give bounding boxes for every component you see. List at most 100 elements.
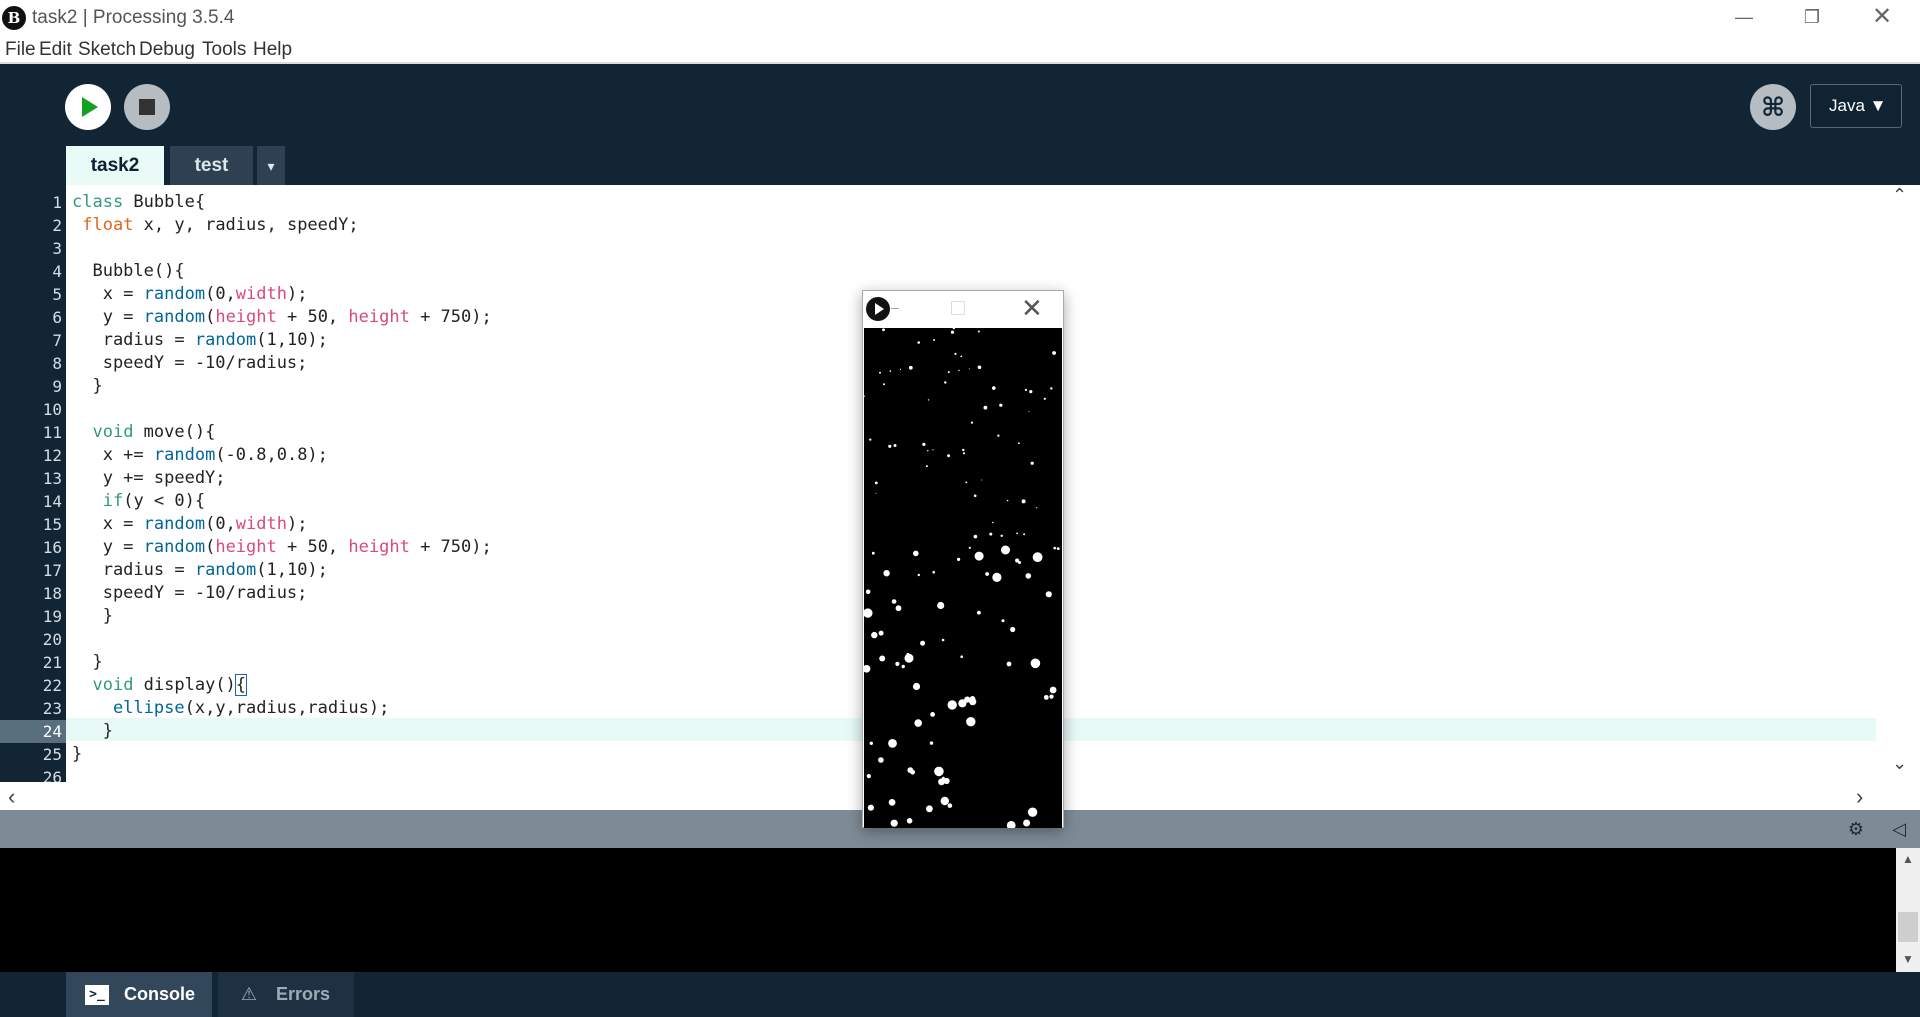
bubble [865, 589, 871, 595]
run-button[interactable] [65, 84, 111, 130]
bubble [930, 712, 935, 717]
bubble [891, 599, 897, 604]
bubble [1036, 507, 1038, 509]
window-title: task2 | Processing 3.5.4 [32, 7, 235, 28]
bubble [882, 328, 885, 332]
console-scroll-thumb[interactable] [1898, 912, 1918, 942]
console-scrollbar[interactable]: ▲ ▼ [1896, 848, 1920, 972]
sketch-maximize-button[interactable] [951, 301, 965, 315]
processing-logo-icon: B [2, 6, 26, 30]
sketch-canvas [864, 328, 1062, 828]
mode-selector[interactable]: Java ▼ [1810, 84, 1902, 128]
menu-file[interactable]: File [5, 39, 36, 61]
scroll-left-icon[interactable]: ‹ [8, 784, 15, 810]
line-number: 8 [52, 354, 62, 373]
restore-button[interactable]: ❐ [1778, 0, 1846, 36]
line-number: 6 [52, 308, 62, 327]
bubble [927, 450, 929, 452]
line-number: 23 [42, 699, 62, 718]
warning-icon: ⚠ [240, 984, 258, 1004]
line-number: 24 [0, 720, 66, 743]
bubble [890, 819, 898, 827]
bubble [944, 381, 947, 384]
console-tab-label: Console [124, 984, 196, 1004]
code-line: ellipse(x,y,radius,radius); [112, 698, 390, 718]
bubble [968, 546, 971, 549]
bubble [888, 799, 896, 806]
line-number-gutter: 1 2 3 4 5 6 7 8 9 10 11 12 13 14 15 16 17 18 19 20 21 22 23 24 2… [0, 185, 66, 787]
bubble [960, 355, 963, 358]
menu-help[interactable]: Help [253, 39, 292, 61]
bubble [966, 717, 976, 727]
bubble [1018, 442, 1020, 445]
bubble [893, 444, 897, 447]
bubble [1023, 819, 1031, 827]
code-line: y = random(height + 50, height + 750); [72, 307, 492, 327]
menu-bar: File Edit Sketch Debug Tools Help [0, 36, 1920, 64]
menu-tools[interactable]: Tools [202, 39, 246, 61]
bubble [947, 454, 950, 458]
tab-menu-button[interactable]: ▾ [257, 146, 285, 186]
scroll-up-icon[interactable]: ⌃ [1892, 185, 1907, 206]
bubble [1043, 397, 1046, 400]
bubble [1028, 411, 1030, 413]
line-number: 21 [42, 653, 62, 672]
bubble [989, 532, 993, 536]
bubble [932, 449, 934, 451]
tab-task2[interactable]: task2 [66, 146, 164, 186]
minimize-button[interactable]: — [1710, 0, 1778, 36]
sketch-window[interactable]: ‒ ✕ [862, 290, 1064, 828]
bubble [1035, 554, 1042, 562]
bubble [926, 805, 933, 813]
stop-button[interactable] [124, 84, 170, 130]
close-button[interactable]: ✕ [1848, 0, 1916, 36]
line-number: 22 [42, 676, 62, 695]
bubble [1030, 658, 1041, 669]
console-output[interactable] [0, 848, 1896, 972]
console-scroll-up-icon[interactable]: ▲ [1902, 852, 1914, 866]
line-number: 14 [42, 492, 62, 511]
bubble [895, 605, 902, 612]
bubble [895, 661, 900, 666]
bubble [1021, 499, 1026, 504]
tab-test[interactable]: test [170, 146, 253, 186]
menu-sketch[interactable]: Sketch [78, 39, 136, 61]
tab-console[interactable]: >_ Console [66, 972, 212, 1017]
line-number: 4 [52, 262, 62, 281]
bubble [992, 521, 994, 524]
scroll-down-icon[interactable]: ⌄ [1892, 753, 1907, 774]
bubble [922, 442, 926, 446]
sketch-close-button[interactable]: ✕ [1021, 293, 1043, 324]
menu-debug[interactable]: Debug [139, 39, 195, 61]
bubble [1049, 694, 1054, 699]
bubble [864, 608, 873, 618]
sketch-minimize-button[interactable]: ‒ [891, 299, 899, 315]
bubble [970, 421, 973, 424]
bubble [997, 434, 1000, 437]
bubble [1030, 461, 1034, 465]
editor-vertical-scrollbar[interactable]: ⌃ ⌄ [1882, 185, 1920, 782]
bubble [969, 696, 976, 702]
bubble [1016, 532, 1018, 535]
collapse-console-icon[interactable]: ◁ [1888, 818, 1910, 840]
line-number: 10 [42, 400, 62, 419]
scroll-right-icon[interactable]: › [1856, 784, 1863, 810]
bubble [925, 465, 928, 468]
tab-errors[interactable]: ⚠ Errors [218, 972, 354, 1017]
bubble [1053, 546, 1056, 550]
bubble [869, 741, 873, 745]
debugger-toggle-button[interactable]: ⌘ [1750, 84, 1796, 130]
sketch-title-bar: ‒ ✕ [863, 291, 1063, 327]
bubble [912, 682, 921, 691]
code-line: float x, y, radius, speedY; [82, 215, 359, 235]
bubble [871, 551, 875, 555]
bubble [889, 370, 892, 372]
settings-icon[interactable]: ⚙ [1845, 818, 1867, 840]
bubble [1006, 661, 1012, 667]
bubble [962, 452, 966, 455]
menu-edit[interactable]: Edit [39, 39, 72, 61]
console-scroll-down-icon[interactable]: ▼ [1902, 952, 1914, 966]
line-number: 7 [52, 331, 62, 350]
bubble [973, 494, 977, 498]
line-number: 15 [42, 515, 62, 534]
